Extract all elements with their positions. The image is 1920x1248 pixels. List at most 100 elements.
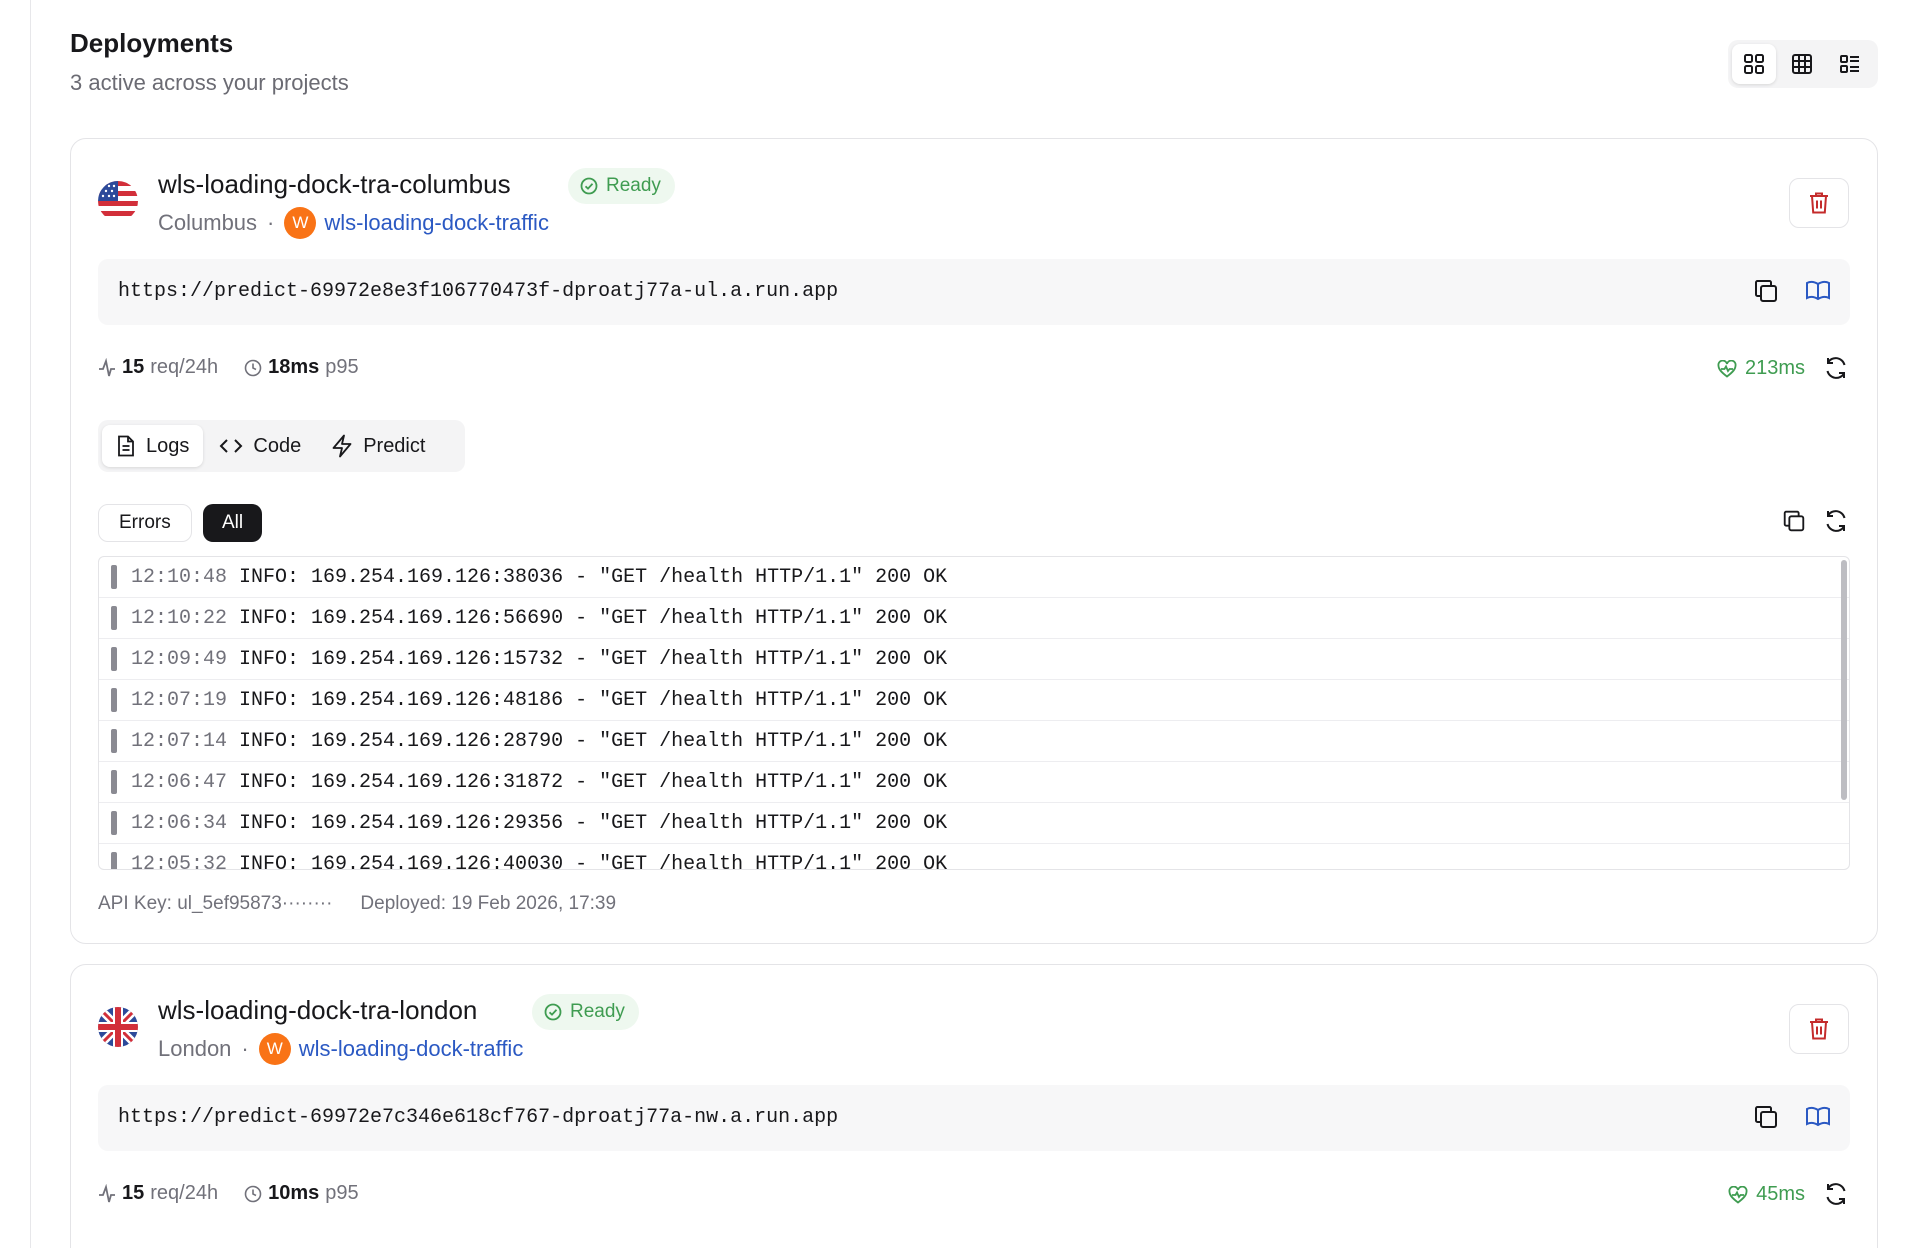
check-circle-icon: [580, 177, 598, 195]
project-link[interactable]: wls-loading-dock-traffic: [324, 210, 549, 236]
latency-unit: p95: [325, 356, 359, 378]
log-text: INFO: 169.254.169.126:28790 - "GET /heal…: [239, 729, 948, 753]
deployment-name: wls-loading-dock-tra-london: [158, 995, 478, 1025]
log-time: 12:05:32: [131, 852, 228, 870]
log-level-marker: [111, 565, 117, 589]
log-level-marker: [111, 729, 117, 753]
latency-value: 18ms: [268, 356, 320, 378]
log-entry: 12:07:14 INFO: 169.254.169.126:28790 - "G…: [99, 721, 1849, 762]
refresh-icon: [1826, 510, 1846, 532]
deployment-tabs: Logs Code Predict: [98, 420, 465, 472]
page-title: Deployments: [70, 28, 234, 58]
clock-icon: [244, 1185, 262, 1202]
deployments-page: Deployments 3 active across your project…: [70, 0, 1878, 1248]
tab-label: Predict: [363, 434, 426, 457]
heart-pulse-icon: [1728, 1185, 1748, 1204]
list-view-button[interactable]: [1828, 44, 1872, 84]
project-avatar: W: [284, 207, 317, 239]
table-icon: [1792, 54, 1812, 74]
log-time: 12:07:19: [131, 688, 228, 712]
tab-logs[interactable]: Logs: [102, 425, 204, 467]
activity-icon: [99, 1183, 115, 1202]
log-entry: 12:09:49 INFO: 169.254.169.126:15732 - "G…: [99, 639, 1849, 680]
activity-icon: [99, 357, 115, 376]
log-time: 12:09:49: [131, 647, 228, 671]
refresh-health-button[interactable]: [1823, 355, 1849, 386]
log-level-marker: [111, 688, 117, 712]
trash-icon: [1810, 192, 1828, 214]
tab-predict[interactable]: Predict: [317, 425, 439, 467]
health-status: 45ms: [1728, 1183, 1805, 1206]
uk-flag-icon: [98, 1007, 138, 1047]
page-subtitle: 3 active across your projects: [70, 70, 349, 95]
copy-url-button[interactable]: [1752, 277, 1780, 310]
health-latency: 45ms: [1756, 1183, 1805, 1205]
deployment-stats: 15 req/24h 18ms p95: [98, 356, 385, 379]
log-text: INFO: 169.254.169.126:31872 - "GET /heal…: [239, 770, 948, 794]
latency-unit: p95: [325, 1182, 359, 1204]
copy-icon: [1755, 280, 1777, 302]
deployment-card: wls-loading-dock-tra-london Ready London…: [70, 964, 1878, 1248]
left-divider: [30, 0, 31, 1248]
grid-view-button[interactable]: [1732, 44, 1776, 84]
log-time: 12:07:14: [131, 729, 228, 753]
code-icon: [219, 439, 243, 453]
copy-icon: [1755, 1106, 1777, 1128]
document-icon: [118, 435, 134, 457]
copy-url-button[interactable]: [1752, 1103, 1780, 1136]
tab-label: Code: [253, 434, 302, 457]
log-viewer[interactable]: 12:10:48 INFO: 169.254.169.126:38036 - "G…: [98, 556, 1850, 870]
api-docs-button[interactable]: [1804, 277, 1832, 310]
check-circle-icon: [544, 1003, 562, 1021]
tab-code[interactable]: Code: [205, 425, 315, 467]
log-entry: 12:10:48 INFO: 169.254.169.126:38036 - "G…: [99, 557, 1849, 598]
log-entry: 12:10:22 INFO: 169.254.169.126:56690 - "G…: [99, 598, 1849, 639]
book-icon: [1806, 1106, 1830, 1127]
latency-value: 10ms: [268, 1182, 320, 1204]
log-text: INFO: 169.254.169.126:29356 - "GET /heal…: [239, 811, 948, 835]
table-view-button[interactable]: [1780, 44, 1824, 84]
endpoint-url-box: https://predict-69972e8e3f106770473f-dpr…: [98, 259, 1850, 325]
refresh-icon: [1826, 1183, 1846, 1205]
endpoint-url-box: https://predict-69972e7c346e618cf767-dpr…: [98, 1085, 1850, 1151]
copy-icon: [1783, 510, 1805, 532]
status-label: Ready: [570, 1001, 625, 1022]
filter-errors-button[interactable]: Errors: [98, 504, 192, 542]
requests-count: 15: [122, 1182, 145, 1204]
delete-button[interactable]: [1789, 1004, 1849, 1054]
log-time: 12:06:47: [131, 770, 228, 794]
health-latency: 213ms: [1744, 357, 1805, 379]
heart-pulse-icon: [1717, 359, 1737, 378]
lightning-icon: [332, 434, 352, 458]
refresh-icon: [1826, 357, 1846, 379]
refresh-health-button[interactable]: [1823, 1181, 1849, 1212]
log-text: INFO: 169.254.169.126:40030 - "GET /heal…: [239, 852, 948, 870]
page-header: Deployments 3 active across your project…: [70, 0, 1878, 138]
view-mode-toggle: [1728, 40, 1878, 88]
location-label: London: [158, 1036, 232, 1061]
deployment-meta: Columbus · W wls-loading-dock-traffic: [158, 207, 549, 239]
deployment-meta: London · W wls-loading-dock-traffic: [158, 1033, 523, 1065]
status-label: Ready: [606, 175, 661, 196]
trash-icon: [1810, 1018, 1828, 1040]
status-badge: Ready: [532, 994, 639, 1030]
project-link[interactable]: wls-loading-dock-traffic: [299, 1036, 524, 1062]
log-entry: 12:06:34 INFO: 169.254.169.126:29356 - "G…: [99, 803, 1849, 844]
filter-all-button[interactable]: All: [203, 504, 263, 542]
log-text: INFO: 169.254.169.126:38036 - "GET /heal…: [239, 565, 948, 589]
endpoint-url[interactable]: https://predict-69972e7c346e618cf767-dpr…: [118, 1106, 838, 1129]
log-text: INFO: 169.254.169.126:15732 - "GET /heal…: [239, 647, 948, 671]
copy-logs-button[interactable]: [1781, 508, 1807, 539]
delete-button[interactable]: [1789, 178, 1849, 228]
list-icon: [1840, 55, 1859, 73]
endpoint-url[interactable]: https://predict-69972e8e3f106770473f-dpr…: [118, 280, 838, 303]
requests-unit: req/24h: [150, 1182, 219, 1204]
api-docs-button[interactable]: [1804, 1103, 1832, 1136]
log-text: INFO: 169.254.169.126:56690 - "GET /heal…: [239, 606, 948, 630]
health-status: 213ms: [1717, 357, 1805, 380]
deployment-stats: 15 req/24h 10ms p95: [98, 1182, 385, 1205]
log-scrollbar[interactable]: [1841, 560, 1847, 800]
deployment-name: wls-loading-dock-tra-columbus: [158, 169, 511, 199]
refresh-logs-button[interactable]: [1823, 508, 1849, 539]
requests-unit: req/24h: [150, 356, 219, 378]
